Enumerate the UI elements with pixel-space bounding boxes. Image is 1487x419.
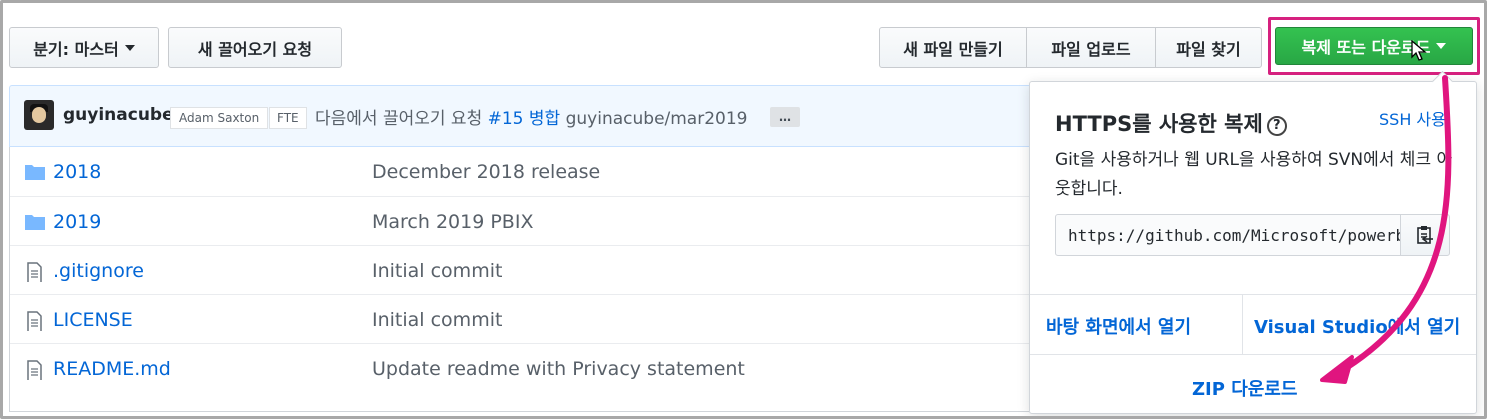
divider [1030, 294, 1476, 295]
branch-selector-button[interactable]: 분기: 마스터 [9, 27, 159, 68]
clone-url-input[interactable]: https://github.com/Microsoft/powerbi-des… [1055, 214, 1401, 256]
file-icon [27, 360, 42, 380]
file-commit-message[interactable]: December 2018 release [372, 161, 600, 183]
clone-title-text: HTTPS를 사용한 복제 [1055, 112, 1263, 136]
upload-files-button[interactable]: 파일 업로드 [1026, 27, 1156, 68]
file-row: README.md Update readme with Privacy sta… [10, 343, 1030, 392]
avatar[interactable] [24, 100, 54, 130]
divider [1242, 294, 1243, 354]
open-in-desktop-button[interactable]: 바탕 화면에서 열기 [1046, 313, 1191, 339]
mouse-cursor-icon [1411, 40, 1427, 61]
clone-dropdown-title: HTTPS를 사용한 복제? [1055, 108, 1287, 138]
clone-button-highlight: 복제 또는 다운로드 [1268, 17, 1480, 75]
file-actions-group: 새 파일 만들기 파일 업로드 파일 찾기 [879, 27, 1262, 68]
new-pull-request-label: 새 끌어오기 요청 [197, 39, 313, 59]
find-file-label: 파일 찾기 [1176, 39, 1241, 59]
clone-dropdown: HTTPS를 사용한 복제? SSH 사용 Git을 사용하거나 웹 URL을 … [1029, 81, 1477, 414]
folder-icon [25, 215, 45, 230]
file-commit-message[interactable]: Update readme with Privacy statement [372, 358, 745, 380]
file-row: .gitignore Initial commit [10, 245, 1030, 294]
branch-selector-label: 분기: 마스터 [33, 39, 119, 59]
chevron-down-icon [1436, 43, 1447, 49]
file-name-link[interactable]: .gitignore [53, 260, 144, 282]
divider [1030, 354, 1476, 355]
file-name-link[interactable]: README.md [53, 358, 171, 380]
merge-link[interactable]: 병합 [529, 109, 560, 129]
latest-commit-bar: guyinacube Adam Saxton FTE 다음에서 끌어오기 요청 … [9, 85, 1029, 147]
clone-or-download-button[interactable]: 복제 또는 다운로드 [1275, 27, 1473, 65]
file-name-link[interactable]: 2019 [53, 211, 101, 233]
download-zip-button[interactable]: ZIP 다운로드 [1192, 375, 1297, 401]
file-name-link[interactable]: 2018 [53, 161, 101, 183]
new-pull-request-button[interactable]: 새 끌어오기 요청 [168, 27, 342, 68]
create-new-file-button[interactable]: 새 파일 만들기 [879, 27, 1027, 68]
open-in-visual-studio-button[interactable]: Visual Studio에서 열기 [1254, 313, 1460, 339]
commit-author[interactable]: guyinacube [63, 105, 174, 125]
file-commit-message[interactable]: Initial commit [372, 260, 502, 282]
upload-files-label: 파일 업로드 [1051, 39, 1131, 59]
commit-branch: guyinacube/mar2019 [565, 109, 748, 129]
folder-icon [25, 165, 45, 180]
pull-request-link[interactable]: #15 [488, 109, 524, 129]
clipboard-icon [1417, 226, 1433, 244]
file-icon [27, 262, 42, 282]
help-icon[interactable]: ? [1266, 115, 1287, 136]
file-icon [27, 311, 42, 331]
find-file-button[interactable]: 파일 찾기 [1155, 27, 1262, 68]
create-new-file-label: 새 파일 만들기 [903, 39, 1003, 59]
file-row: LICENSE Initial commit [10, 294, 1030, 343]
file-list: 2018 December 2018 release 2019 March 20… [9, 147, 1030, 412]
chevron-down-icon [124, 44, 135, 51]
file-row: 2019 March 2019 PBIX [10, 196, 1030, 245]
file-name-link[interactable]: LICENSE [53, 309, 133, 331]
file-commit-message[interactable]: March 2019 PBIX [372, 211, 533, 233]
clone-description: Git을 사용하거나 웹 URL을 사용하여 SVN에서 체크 아웃합니다. [1055, 150, 1453, 199]
file-commit-message[interactable]: Initial commit [372, 309, 502, 331]
coauthor-badge: Adam Saxton [170, 107, 269, 129]
copy-to-clipboard-button[interactable] [1400, 214, 1450, 256]
commit-message[interactable]: 다음에서 끌어오기 요청 #15 병합 guyinacube/mar2019 [315, 104, 747, 129]
expand-commit-button[interactable]: … [770, 107, 800, 127]
use-ssh-link[interactable]: SSH 사용 [1379, 106, 1446, 130]
commit-message-prefix: 다음에서 끌어오기 요청 [315, 109, 483, 129]
file-row: 2018 December 2018 release [10, 147, 1030, 196]
coauthor-badge-2: FTE [269, 107, 307, 129]
